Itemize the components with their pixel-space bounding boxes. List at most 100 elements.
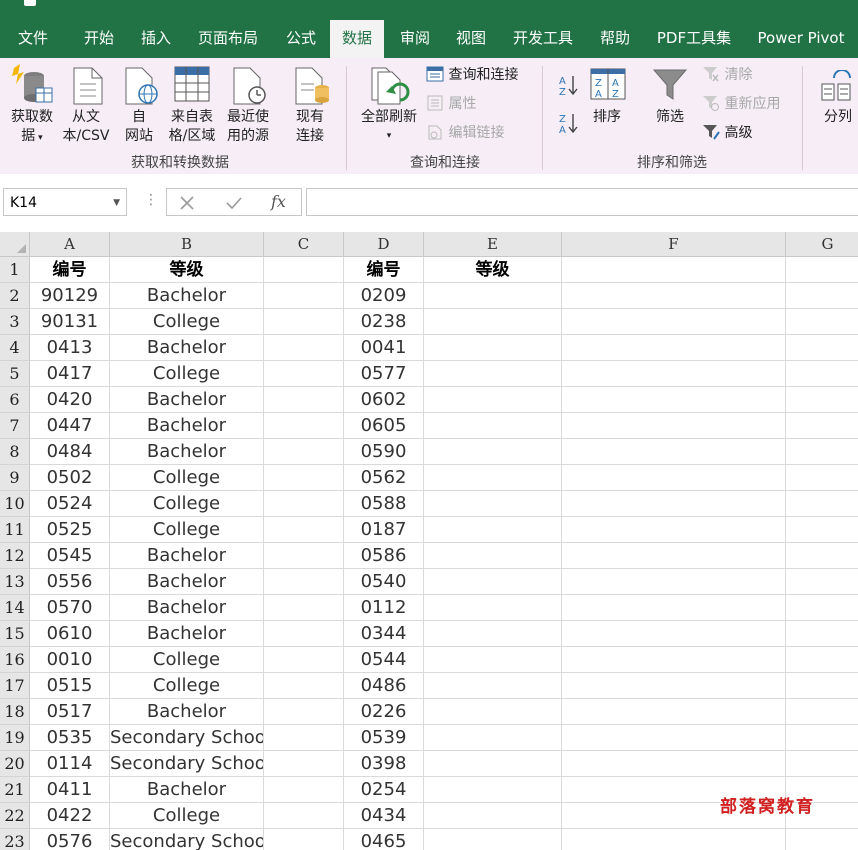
cell-f[interactable] xyxy=(562,517,786,543)
cell-a[interactable]: 0517 xyxy=(30,699,110,725)
cell-e[interactable] xyxy=(424,361,562,387)
row-header[interactable]: 6 xyxy=(0,387,30,413)
cell-c[interactable] xyxy=(264,673,344,699)
cell-b[interactable]: Bachelor xyxy=(110,439,264,465)
cell-c[interactable] xyxy=(264,465,344,491)
cell-d[interactable]: 0112 xyxy=(344,595,424,621)
tab-formulas[interactable]: 公式 xyxy=(276,18,326,58)
cell-b[interactable]: Bachelor xyxy=(110,595,264,621)
cell-f[interactable] xyxy=(562,595,786,621)
select-all-corner[interactable] xyxy=(0,232,30,257)
cell-a[interactable]: 0010 xyxy=(30,647,110,673)
row-header[interactable]: 10 xyxy=(0,491,30,517)
tab-help[interactable]: 帮助 xyxy=(592,18,638,58)
cell-a[interactable]: 0114 xyxy=(30,751,110,777)
cell-b[interactable]: College xyxy=(110,673,264,699)
cell-c[interactable] xyxy=(264,699,344,725)
cell-d[interactable]: 0590 xyxy=(344,439,424,465)
cell-c[interactable] xyxy=(264,413,344,439)
cell-f[interactable] xyxy=(562,387,786,413)
cell-e[interactable] xyxy=(424,309,562,335)
cell-b[interactable]: College xyxy=(110,361,264,387)
cell-a[interactable]: 0484 xyxy=(30,439,110,465)
cell-b[interactable]: Secondary School xyxy=(110,751,264,777)
cell-c[interactable] xyxy=(264,335,344,361)
cell-d[interactable]: 0605 xyxy=(344,413,424,439)
cell-d[interactable]: 0238 xyxy=(344,309,424,335)
row-header[interactable]: 18 xyxy=(0,699,30,725)
cell-c[interactable] xyxy=(264,309,344,335)
cell-d[interactable]: 0041 xyxy=(344,335,424,361)
tab-file[interactable]: 文件 xyxy=(8,18,58,58)
cell-e[interactable] xyxy=(424,517,562,543)
cell-a[interactable]: 0422 xyxy=(30,803,110,829)
cell-e[interactable] xyxy=(424,647,562,673)
cell-g[interactable] xyxy=(786,439,858,465)
cell-e[interactable]: 等级 xyxy=(424,257,562,283)
cell-a[interactable]: 90129 xyxy=(30,283,110,309)
clear-filter-button[interactable]: 清除 xyxy=(702,64,752,86)
cell-d[interactable]: 0586 xyxy=(344,543,424,569)
formula-input[interactable] xyxy=(306,188,858,216)
row-header[interactable]: 2 xyxy=(0,283,30,309)
column-header-col-e[interactable]: E xyxy=(424,232,562,257)
cell-f[interactable] xyxy=(562,621,786,647)
cell-e[interactable] xyxy=(424,725,562,751)
cell-d[interactable]: 0254 xyxy=(344,777,424,803)
cell-b[interactable]: Bachelor xyxy=(110,283,264,309)
cell-e[interactable] xyxy=(424,751,562,777)
row-header[interactable]: 21 xyxy=(0,777,30,803)
cell-e[interactable] xyxy=(424,491,562,517)
insert-function-icon[interactable]: fx xyxy=(271,192,286,211)
cell-b[interactable]: Secondary School xyxy=(110,725,264,751)
enter-check-icon[interactable] xyxy=(225,195,243,211)
cell-c[interactable] xyxy=(264,569,344,595)
cell-f[interactable] xyxy=(562,439,786,465)
cell-d[interactable]: 0562 xyxy=(344,465,424,491)
cell-c[interactable] xyxy=(264,803,344,829)
cell-d[interactable]: 0602 xyxy=(344,387,424,413)
tab-developer[interactable]: 开发工具 xyxy=(506,18,580,58)
cell-a[interactable]: 0515 xyxy=(30,673,110,699)
cell-a[interactable]: 0525 xyxy=(30,517,110,543)
cell-f[interactable] xyxy=(562,413,786,439)
row-header[interactable]: 23 xyxy=(0,829,30,850)
cell-c[interactable] xyxy=(264,595,344,621)
cell-g[interactable] xyxy=(786,309,858,335)
cell-e[interactable] xyxy=(424,803,562,829)
row-header[interactable]: 17 xyxy=(0,673,30,699)
cell-e[interactable] xyxy=(424,829,562,850)
row-header[interactable]: 9 xyxy=(0,465,30,491)
cell-d[interactable]: 0187 xyxy=(344,517,424,543)
cell-f[interactable] xyxy=(562,829,786,850)
column-header-col-c[interactable]: C xyxy=(264,232,344,257)
row-header[interactable]: 3 xyxy=(0,309,30,335)
cell-c[interactable] xyxy=(264,257,344,283)
cell-a[interactable]: 0447 xyxy=(30,413,110,439)
cell-b[interactable]: Bachelor xyxy=(110,387,264,413)
cell-a[interactable]: 0413 xyxy=(30,335,110,361)
row-header[interactable]: 14 xyxy=(0,595,30,621)
cell-g[interactable] xyxy=(786,673,858,699)
column-header-col-g[interactable]: G xyxy=(786,232,858,257)
cell-c[interactable] xyxy=(264,621,344,647)
cell-a[interactable]: 90131 xyxy=(30,309,110,335)
cell-f[interactable] xyxy=(562,569,786,595)
tab-power-pivot[interactable]: Power Pivot xyxy=(750,18,852,58)
cell-g[interactable] xyxy=(786,465,858,491)
cell-a[interactable]: 0411 xyxy=(30,777,110,803)
cell-c[interactable] xyxy=(264,283,344,309)
cell-f[interactable] xyxy=(562,647,786,673)
cell-f[interactable] xyxy=(562,309,786,335)
cell-c[interactable] xyxy=(264,725,344,751)
row-header[interactable]: 16 xyxy=(0,647,30,673)
cell-b[interactable]: Bachelor xyxy=(110,621,264,647)
cell-g[interactable] xyxy=(786,413,858,439)
cell-g[interactable] xyxy=(786,751,858,777)
cell-d[interactable]: 0577 xyxy=(344,361,424,387)
tab-view[interactable]: 视图 xyxy=(446,18,496,58)
cell-e[interactable] xyxy=(424,673,562,699)
cell-c[interactable] xyxy=(264,751,344,777)
cell-a[interactable]: 0502 xyxy=(30,465,110,491)
cell-b[interactable]: Bachelor xyxy=(110,543,264,569)
